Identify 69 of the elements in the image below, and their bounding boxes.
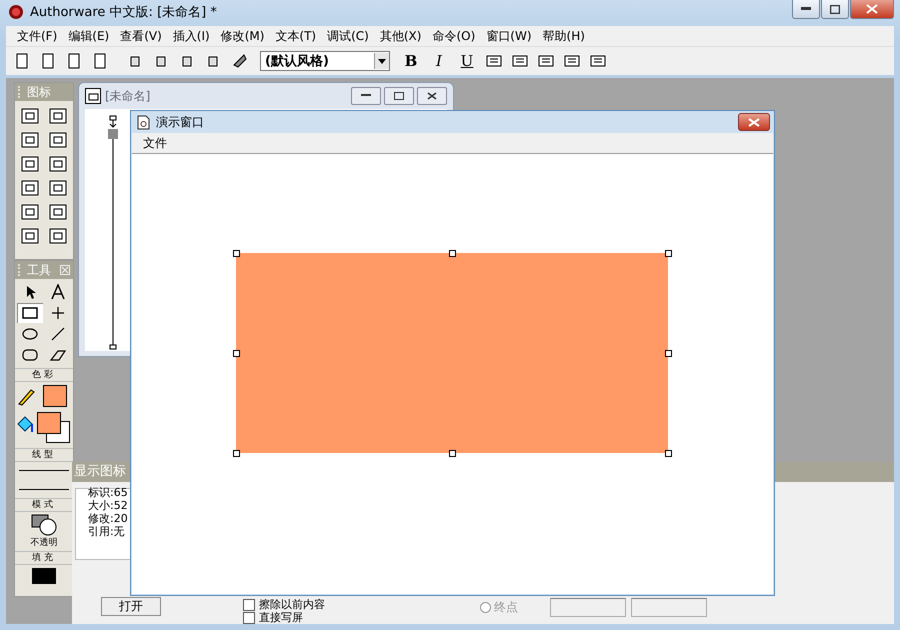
fill-pattern-swatch[interactable] [32,568,56,584]
minimize-button[interactable] [792,0,820,19]
resize-handle[interactable] [665,450,672,457]
menu-item[interactable]: 修改(M) [216,28,270,44]
resize-handle[interactable] [449,450,456,457]
flowchart-icon [85,88,101,104]
checkbox[interactable] [243,598,255,610]
window-title: Authorware 中文版: [未命名] * [30,4,217,21]
maximize-icon [830,4,840,14]
info-line: 大小:52 [88,499,128,512]
opaque-mode-icon[interactable] [31,514,57,536]
minimize-icon [801,7,811,11]
preview-thumbnail [75,488,131,560]
open-button[interactable]: 打开 [101,597,161,616]
format-button[interactable]: B [398,50,424,72]
menu-item[interactable]: 窗口(W) [481,28,537,44]
menu-item[interactable]: 查看(V) [115,28,167,44]
info-line: 引用:无 [88,525,126,538]
input-field[interactable] [631,598,707,617]
resize-handle[interactable] [233,250,240,257]
radio-button[interactable] [480,602,491,613]
minimize-button[interactable] [351,87,381,105]
section-label: 线型 [15,448,73,462]
rectangle-icon[interactable] [17,303,43,323]
input-field[interactable] [550,598,626,617]
fill-color-swatch[interactable] [37,412,69,444]
resize-handle[interactable] [233,350,240,357]
minimize-icon [361,94,371,98]
format-button[interactable]: U [454,50,480,72]
palette-title: 工具 [27,262,51,278]
resize-handle[interactable] [665,350,672,357]
resize-handle[interactable] [233,450,240,457]
checkbox-label: 擦除以前内容 [259,598,325,611]
mode-label: 不透明 [30,536,58,549]
menu-item[interactable]: 文件 [138,134,172,152]
resize-handle[interactable] [449,250,456,257]
flowline-window-title: [未命名] [105,88,150,104]
document-icon [137,114,150,130]
menu-item[interactable]: 文件(F) [12,28,62,44]
properties-title: 显示图标 [74,464,126,479]
menu-item[interactable]: 调试(C) [322,28,374,44]
style-dropdown[interactable]: (默认风格) [260,51,390,71]
app-logo-icon [8,4,24,20]
maximize-button[interactable] [384,87,414,105]
checkbox[interactable] [243,612,255,624]
close-button[interactable] [850,0,894,19]
close-button[interactable] [417,87,447,105]
section-label: 色彩 [15,368,73,382]
menu-item[interactable]: 其他(X) [374,28,426,44]
info-line: 修改:20 [88,512,128,525]
info-line: 标识:65 [88,486,128,499]
menu-item[interactable]: 帮助(H) [538,28,590,44]
radio-label: 终点 [494,599,518,616]
text-color-swatch[interactable] [43,385,67,407]
format-button[interactable]: I [426,50,452,72]
close-icon [866,4,878,14]
close-icon [748,118,760,126]
close-icon [427,92,437,100]
menu-item[interactable]: 命令(O) [427,28,480,44]
menu-item[interactable]: 编辑(E) [63,28,114,44]
resize-handle[interactable] [665,250,672,257]
checkbox-label: 直接写屏 [259,611,303,624]
maximize-button[interactable] [821,0,849,19]
palette-title: 图标 [27,84,51,100]
menu-item[interactable]: 文本(T) [270,28,322,44]
presentation-window-title: 演示窗口 [156,114,204,130]
menu-item[interactable]: 插入(I) [168,28,215,44]
close-button[interactable] [738,113,770,131]
maximize-icon [394,92,404,100]
